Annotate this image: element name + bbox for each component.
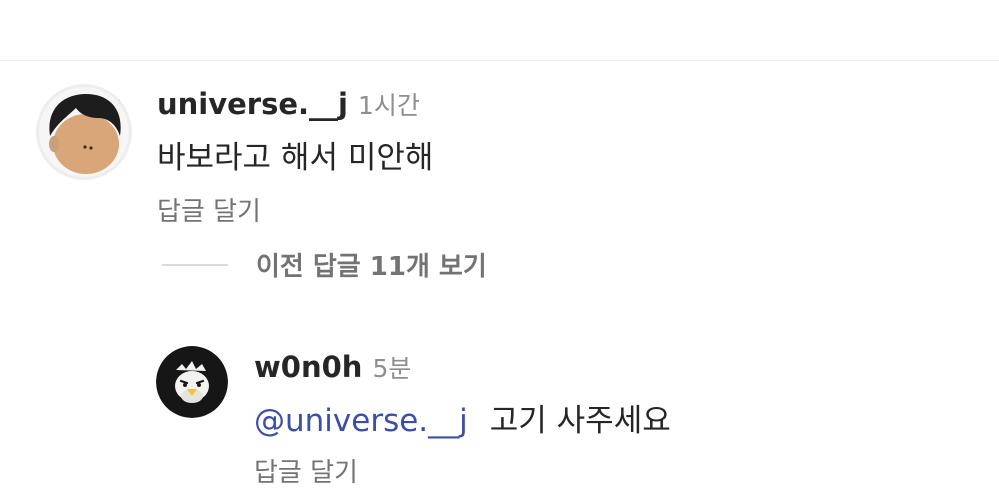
comment-text: 바보라고 해서 미안해: [157, 140, 434, 176]
bird-avatar-icon: [156, 346, 228, 418]
reply-timestamp: 5분: [372, 354, 412, 383]
reply-body: 고기 사주세요: [489, 403, 671, 439]
view-replies-label: 이전 답글 11개 보기: [256, 252, 487, 282]
profile-avatar-icon: [36, 84, 132, 180]
reply-button[interactable]: 답글 달기: [157, 191, 261, 228]
reply-avatar[interactable]: [156, 346, 228, 418]
top-divider: [0, 60, 999, 61]
view-previous-replies-button[interactable]: 이전 답글 11개 보기: [162, 246, 487, 283]
mention-link[interactable]: @universe.__j: [254, 403, 468, 439]
reply-reply-button[interactable]: 답글 달기: [254, 452, 358, 489]
comment-header: universe.__j 1시간: [157, 86, 420, 122]
reply-header: w0n0h 5분: [254, 349, 411, 385]
thread-line: [162, 263, 228, 266]
comment-username[interactable]: universe.__j: [157, 87, 348, 121]
reply-text: @universe.__j 고기 사주세요: [254, 395, 671, 440]
avatar[interactable]: [36, 84, 132, 180]
reply-username[interactable]: w0n0h: [254, 350, 362, 384]
comment-timestamp: 1시간: [358, 91, 420, 120]
